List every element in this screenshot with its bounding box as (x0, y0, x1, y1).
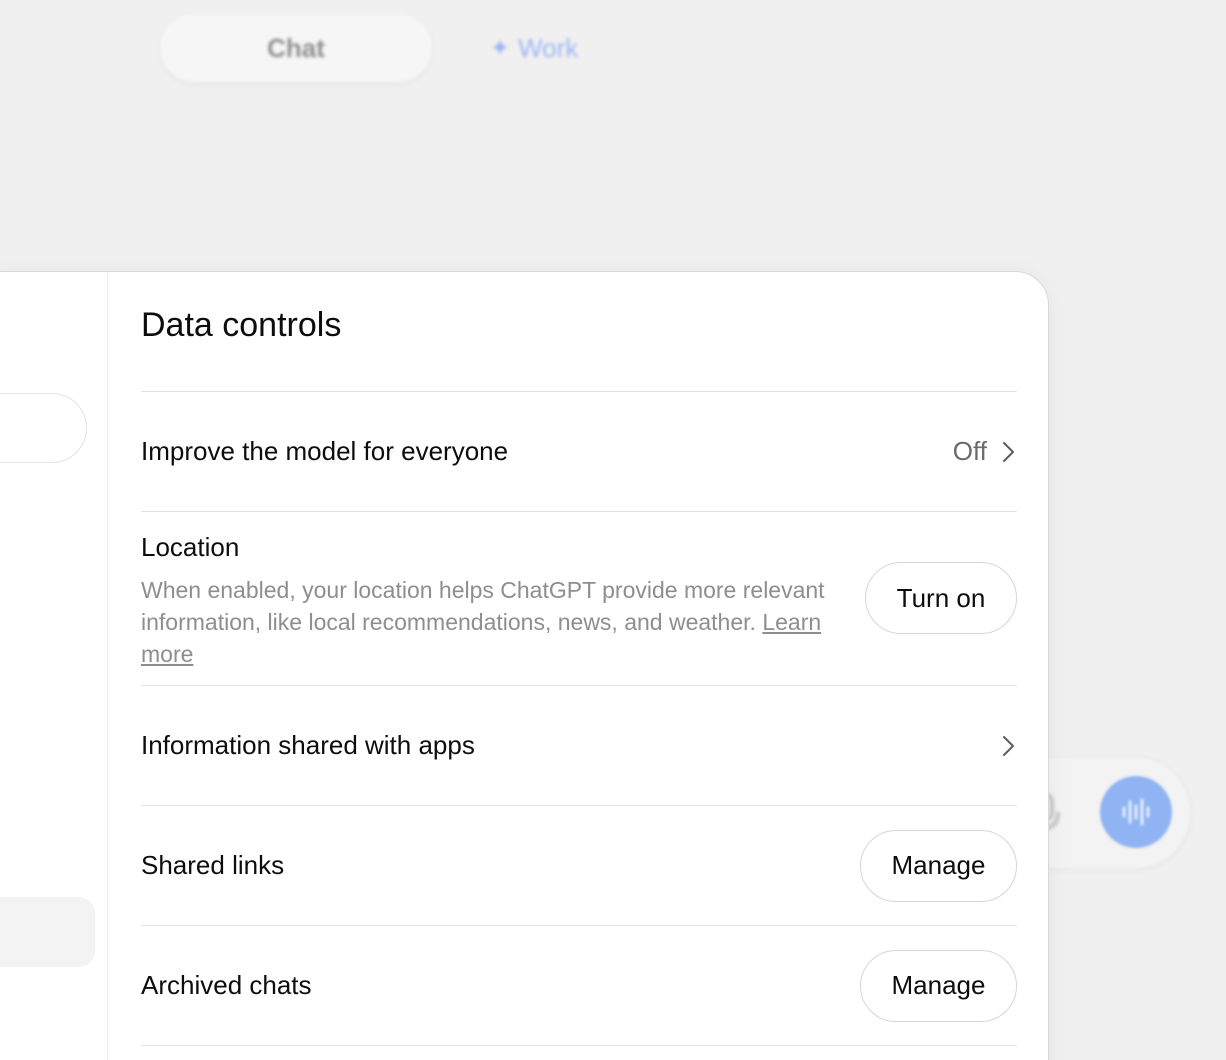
chevron-right-icon (1003, 735, 1014, 756)
location-row: Location When enabled, your location hel… (141, 532, 1017, 686)
sidebar-search-field[interactable] (0, 393, 87, 463)
apps-info-label: Information shared with apps (141, 730, 475, 760)
tab-chat[interactable]: Chat (160, 14, 432, 82)
manage-shared-links-button[interactable]: Manage (860, 829, 1017, 902)
tab-chat-label: Chat (267, 32, 325, 63)
shared-links-row: Shared links Manage (141, 806, 1017, 925)
voice-mode-button[interactable] (1100, 776, 1172, 848)
divider (141, 511, 1017, 512)
chevron-right-icon (1003, 441, 1014, 462)
improve-model-control[interactable]: Off (953, 436, 1017, 467)
background-tab-bar: Chat ✦ Work (160, 14, 578, 82)
turn-on-location-button[interactable]: Turn on (865, 562, 1017, 634)
location-label: Location (141, 532, 240, 562)
apps-info-row[interactable]: Information shared with apps (141, 686, 1017, 805)
manage-archived-chats-button[interactable]: Manage (860, 949, 1017, 1022)
settings-dialog: Data controls Improve the model for ever… (0, 271, 1049, 1060)
improve-model-label: Improve the model for everyone (141, 436, 509, 466)
sparkle-icon: ✦ (490, 34, 511, 62)
location-description-text: When enabled, your location helps ChatGP… (141, 577, 825, 635)
tab-work[interactable]: ✦ Work (490, 33, 578, 64)
settings-sidebar (0, 272, 108, 1060)
tab-work-label: Work (518, 32, 579, 63)
improve-model-value: Off (952, 436, 987, 466)
shared-links-label: Shared links (141, 850, 285, 880)
archived-chats-row: Archived chats Manage (141, 926, 1017, 1045)
improve-model-row[interactable]: Improve the model for everyone Off (141, 392, 1017, 511)
voice-waveform-icon (1122, 798, 1150, 826)
app-window: Chat ✦ Work Data controls Improve the mo… (0, 0, 1226, 1060)
divider (141, 1045, 1017, 1046)
apps-info-control (1001, 734, 1017, 758)
sidebar-item-data-controls[interactable] (0, 897, 95, 967)
archived-chats-label: Archived chats (141, 970, 312, 1000)
page-title: Data controls (141, 306, 342, 344)
location-description: When enabled, your location helps ChatGP… (141, 574, 841, 670)
